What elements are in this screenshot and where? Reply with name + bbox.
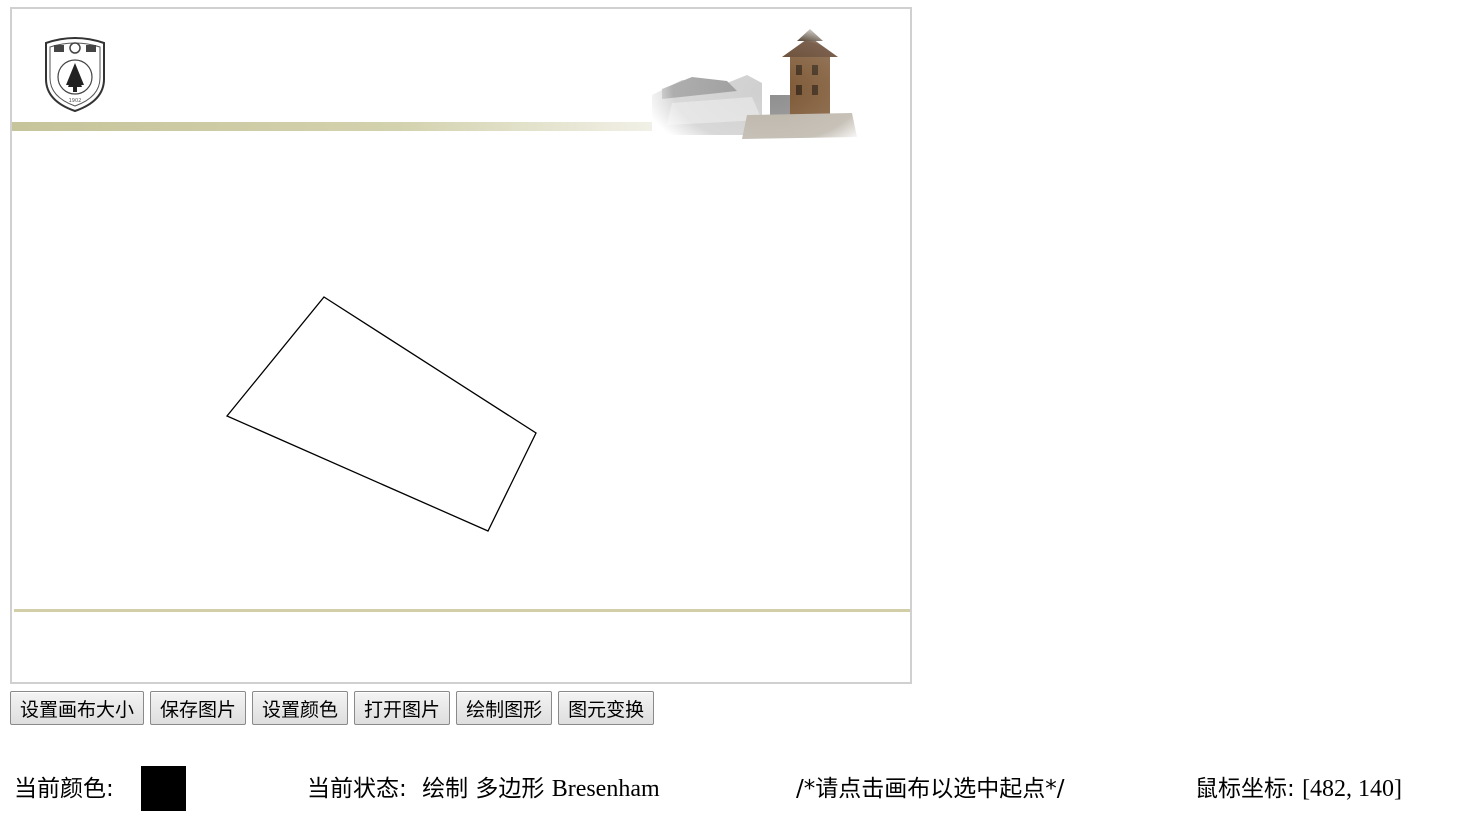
set-color-button[interactable]: 设置颜色: [252, 691, 349, 725]
set-canvas-size-button[interactable]: 设置画布大小: [10, 691, 145, 725]
transform-primitive-button[interactable]: 图元变换: [558, 691, 655, 725]
current-state-mode: 绘制 多边形: [422, 776, 545, 802]
toolbar: 设置画布大小 保存图片 设置颜色 打开图片 绘制图形 图元变换: [10, 691, 655, 725]
current-state: 当前状态: 绘制 多边形 Bresenham: [307, 766, 660, 812]
draw-shape-button[interactable]: 绘制图形: [456, 691, 553, 725]
mouse-coordinates: 鼠标坐标: [482, 140]: [1195, 766, 1402, 812]
drawn-polygon[interactable]: [225, 296, 537, 532]
mouse-coordinates-label: 鼠标坐标:: [1195, 776, 1295, 802]
open-image-button[interactable]: 打开图片: [354, 691, 451, 725]
current-color-label: 当前颜色:: [14, 776, 114, 802]
drawing-canvas[interactable]: 1902: [10, 7, 912, 684]
current-state-algorithm: Bresenham: [551, 776, 660, 802]
hint-text: /*请点击画布以选中起点*/: [796, 776, 1065, 802]
current-state-label: 当前状态:: [307, 776, 407, 802]
save-image-button[interactable]: 保存图片: [150, 691, 247, 725]
current-color-swatch: [141, 766, 186, 811]
mouse-coordinates-value: [482, 140]: [1302, 776, 1403, 802]
canvas-drawing-layer[interactable]: [12, 9, 910, 682]
